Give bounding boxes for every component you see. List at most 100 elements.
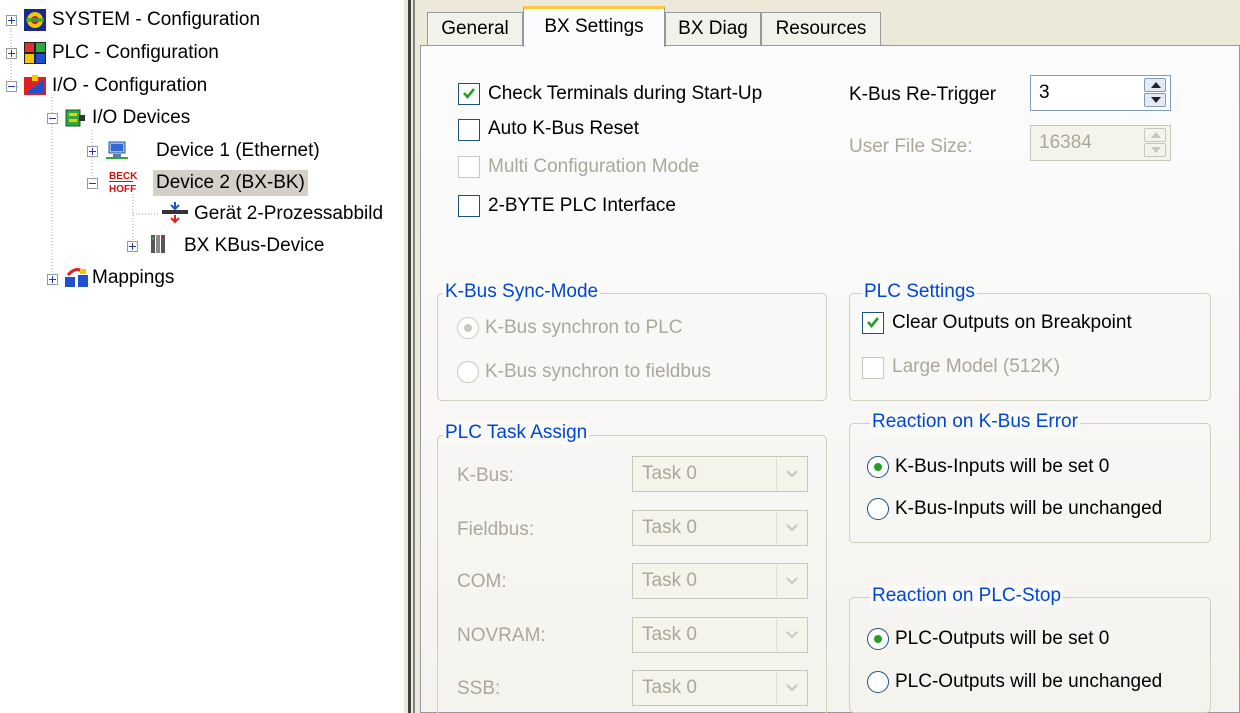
auto-kbus-reset-checkbox[interactable] bbox=[458, 119, 480, 141]
tab-resources[interactable]: Resources bbox=[761, 12, 881, 46]
expand-toggle-device-1[interactable] bbox=[87, 146, 98, 157]
kbus-inputs-unchanged-radio[interactable] bbox=[867, 498, 889, 520]
plc-task-assign-title: PLC Task Assign bbox=[443, 422, 590, 444]
tab-bx-settings[interactable]: BX Settings bbox=[523, 6, 665, 47]
chevron-down-icon bbox=[786, 631, 798, 639]
collapse-toggle-io[interactable] bbox=[6, 81, 17, 92]
clear-outputs-label: Clear Outputs on Breakpoint bbox=[892, 312, 1132, 333]
chevron-down-icon bbox=[786, 470, 798, 478]
collapse-toggle-device-2[interactable] bbox=[87, 178, 98, 189]
large-model-checkbox[interactable] bbox=[862, 357, 884, 379]
tree-item-io-configuration[interactable]: I/O - Configuration bbox=[49, 73, 210, 99]
task-ssb-combo[interactable]: Task 0 bbox=[632, 670, 808, 706]
kbus-inputs-set-0-radio[interactable] bbox=[867, 456, 889, 478]
kbus-device-icon bbox=[151, 235, 165, 253]
plc-settings-group bbox=[849, 293, 1211, 401]
chevron-down-icon bbox=[786, 684, 798, 692]
expand-toggle-mappings[interactable] bbox=[47, 274, 58, 285]
radio-dot-icon bbox=[874, 635, 882, 643]
expand-toggle-plc[interactable] bbox=[6, 48, 17, 59]
spin-down-icon bbox=[1151, 147, 1161, 153]
multi-config-checkbox[interactable] bbox=[458, 156, 480, 178]
kbus-inputs-unchanged-label: K-Bus-Inputs will be unchanged bbox=[895, 498, 1163, 519]
two-byte-plc-checkbox[interactable] bbox=[458, 195, 480, 217]
config-tree[interactable]: SYSTEM - Configuration PLC - Configurati… bbox=[0, 0, 404, 713]
spin-up-icon bbox=[1151, 132, 1161, 138]
user-file-size-label: User File Size: bbox=[849, 136, 973, 157]
io-devices-icon bbox=[65, 109, 85, 127]
reaction-kbus-error-title: Reaction on K-Bus Error bbox=[870, 411, 1080, 433]
tab-general[interactable]: General bbox=[427, 12, 523, 46]
check-terminals-checkbox[interactable] bbox=[458, 83, 480, 105]
expand-toggle-system[interactable] bbox=[6, 15, 17, 26]
task-fieldbus-combo[interactable]: Task 0 bbox=[632, 510, 808, 546]
system-config-icon bbox=[24, 9, 46, 31]
task-com-combo[interactable]: Task 0 bbox=[632, 563, 808, 599]
check-terminals-label: Check Terminals during Start-Up bbox=[488, 83, 763, 104]
tab-bx-diag[interactable]: BX Diag bbox=[665, 12, 761, 46]
kbus-retrigger-spinner[interactable] bbox=[1144, 78, 1166, 108]
chevron-down-icon bbox=[786, 577, 798, 585]
radio-dot-icon bbox=[464, 324, 472, 332]
tree-item-device-2[interactable]: Device 2 (BX-BK) bbox=[153, 170, 308, 196]
process-image-icon bbox=[162, 202, 188, 223]
plc-settings-title: PLC Settings bbox=[862, 281, 977, 303]
task-fieldbus-label: Fieldbus: bbox=[457, 519, 535, 540]
kbus-sync-mode-group bbox=[437, 293, 827, 401]
tree-item-process-image[interactable]: Gerät 2-Prozessabbild bbox=[191, 201, 386, 227]
task-ssb-label: SSB: bbox=[457, 678, 501, 699]
beckhoff-device-icon: BECK HOFF bbox=[109, 171, 138, 195]
svg-text:BECK: BECK bbox=[109, 171, 138, 182]
task-kbus-value: Task 0 bbox=[642, 463, 697, 484]
task-kbus-combo[interactable]: Task 0 bbox=[632, 456, 808, 492]
kbus-sync-plc-label: K-Bus synchron to PLC bbox=[485, 317, 683, 338]
kbus-sync-fieldbus-radio[interactable] bbox=[457, 361, 479, 383]
kbus-sync-fieldbus-label: K-Bus synchron to fieldbus bbox=[485, 361, 712, 382]
user-file-size-spinner[interactable] bbox=[1144, 128, 1166, 158]
clear-outputs-checkbox[interactable] bbox=[862, 312, 884, 334]
two-byte-plc-label: 2-BYTE PLC Interface bbox=[488, 195, 676, 216]
pane-splitter[interactable] bbox=[404, 0, 418, 713]
tree-connector-lines bbox=[10, 19, 158, 285]
ethernet-device-icon bbox=[106, 141, 128, 159]
task-novram-value: Task 0 bbox=[642, 624, 697, 645]
tree-item-plc-configuration[interactable]: PLC - Configuration bbox=[49, 40, 222, 66]
kbus-retrigger-label: K-Bus Re-Trigger bbox=[849, 84, 997, 105]
reaction-kbus-error-group bbox=[849, 423, 1211, 543]
task-novram-label: NOVRAM: bbox=[457, 625, 546, 646]
reaction-plc-stop-group bbox=[849, 597, 1211, 713]
plc-outputs-unchanged-label: PLC-Outputs will be unchanged bbox=[895, 671, 1163, 692]
tab-strip: General BX Settings BX Diag Resources bbox=[418, 0, 1240, 47]
task-ssb-value: Task 0 bbox=[642, 677, 697, 698]
checkmark-icon bbox=[463, 88, 476, 100]
tree-item-kbus-device[interactable]: BX KBus-Device bbox=[181, 233, 327, 259]
plc-outputs-set-0-radio[interactable] bbox=[867, 628, 889, 650]
checkmark-icon bbox=[867, 317, 880, 329]
collapse-toggle-io-devices[interactable] bbox=[47, 113, 58, 124]
properties-panel: General BX Settings BX Diag Resources Ch… bbox=[418, 0, 1240, 713]
tree-item-system-configuration[interactable]: SYSTEM - Configuration bbox=[49, 7, 263, 33]
task-com-label: COM: bbox=[457, 571, 507, 592]
bx-settings-page: Check Terminals during Start-Up Auto K-B… bbox=[420, 45, 1240, 713]
large-model-label: Large Model (512K) bbox=[892, 356, 1060, 377]
task-fieldbus-value: Task 0 bbox=[642, 517, 697, 538]
spin-down-icon bbox=[1151, 97, 1161, 103]
task-novram-combo[interactable]: Task 0 bbox=[632, 617, 808, 653]
task-kbus-label: K-Bus: bbox=[457, 465, 515, 486]
svg-text:HOFF: HOFF bbox=[109, 184, 136, 195]
reaction-plc-stop-title: Reaction on PLC-Stop bbox=[870, 585, 1064, 607]
mappings-icon bbox=[65, 268, 88, 287]
tree-item-io-devices[interactable]: I/O Devices bbox=[89, 105, 193, 131]
tree-item-mappings[interactable]: Mappings bbox=[89, 265, 177, 291]
kbus-sync-mode-title: K-Bus Sync-Mode bbox=[443, 281, 601, 303]
plc-config-icon bbox=[24, 42, 46, 64]
kbus-sync-plc-radio[interactable] bbox=[457, 317, 479, 339]
kbus-inputs-set-0-label: K-Bus-Inputs will be set 0 bbox=[895, 456, 1110, 477]
plc-outputs-set-0-label: PLC-Outputs will be set 0 bbox=[895, 628, 1110, 649]
multi-config-label: Multi Configuration Mode bbox=[488, 156, 700, 177]
auto-kbus-reset-label: Auto K-Bus Reset bbox=[488, 118, 640, 139]
expand-toggle-kbus-device[interactable] bbox=[127, 241, 138, 252]
radio-dot-icon bbox=[874, 463, 882, 471]
plc-outputs-unchanged-radio[interactable] bbox=[867, 671, 889, 693]
tree-item-device-1[interactable]: Device 1 (Ethernet) bbox=[153, 138, 323, 164]
